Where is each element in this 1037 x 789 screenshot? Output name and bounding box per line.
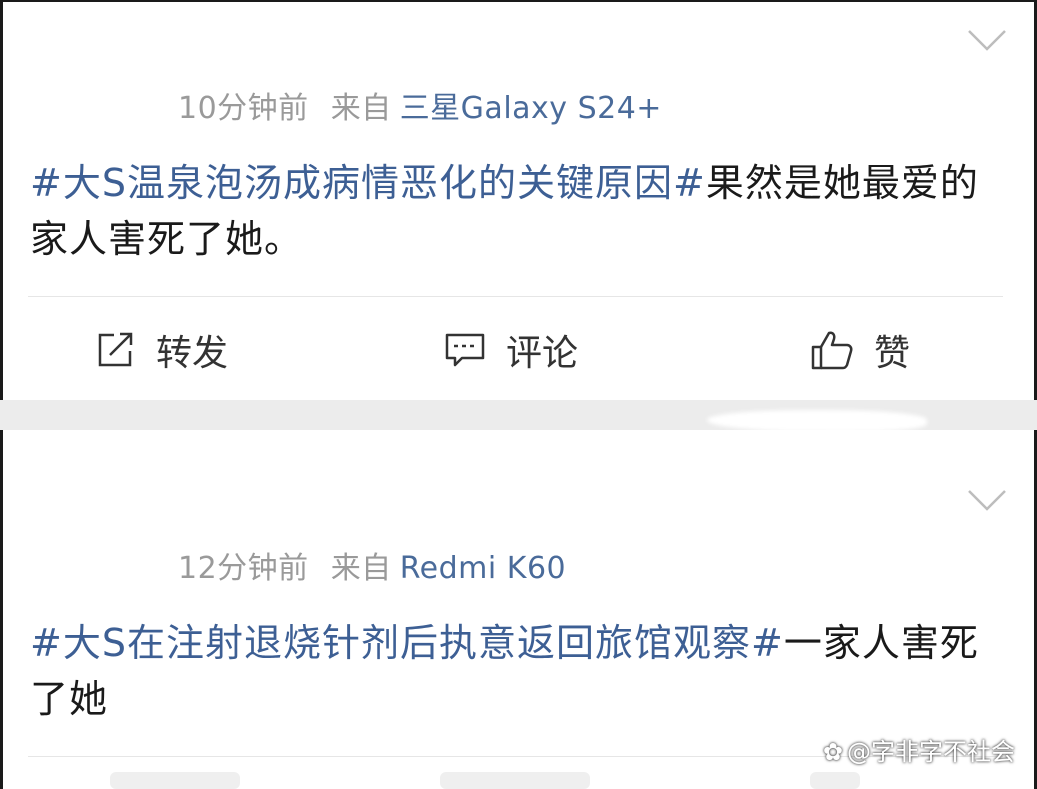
source-label: 来自 <box>330 91 392 126</box>
device-name[interactable]: Redmi K60 <box>400 551 566 586</box>
post-content: #大S在注射退烧针剂后执意返回旅馆观察#一家人害死了她 <box>30 615 990 727</box>
post-content: #大S温泉泡汤成病情恶化的关键原因#果然是她最爱的家人害死了她。 <box>30 155 990 267</box>
topic-link[interactable]: #大S温泉泡汤成病情恶化的关键原因# <box>30 161 706 205</box>
chevron-down-icon[interactable] <box>966 487 1008 515</box>
share-edit-icon <box>98 332 133 367</box>
repost-button[interactable]: 转发 <box>96 322 228 378</box>
divider <box>28 296 1003 297</box>
thumbs-up-icon <box>811 331 853 370</box>
comment-bubble-icon <box>445 333 485 367</box>
like-label: 赞 <box>874 333 911 374</box>
watermark-text: @字非字不社会 <box>847 738 1015 766</box>
watermark: ✿ @字非字不社会 <box>823 732 1015 767</box>
post-time: 10分钟前 <box>178 91 309 126</box>
post-meta: 12分钟前 来自 Redmi K60 <box>178 543 566 587</box>
comment-label: 评论 <box>506 333 579 374</box>
post-time: 12分钟前 <box>178 551 309 586</box>
chevron-down-icon[interactable] <box>966 27 1008 55</box>
post-meta: 10分钟前 来自 三星Galaxy S24+ <box>178 83 662 127</box>
source-label: 来自 <box>330 551 392 586</box>
weibo-post-1: 10分钟前 来自 三星Galaxy S24+ #大S温泉泡汤成病情恶化的关键原因#果… <box>0 0 1037 400</box>
topic-link[interactable]: #大S在注射退烧针剂后执意返回旅馆观察# <box>30 621 784 665</box>
like-button-partial[interactable] <box>810 772 860 789</box>
comment-button[interactable]: 评论 <box>444 322 578 378</box>
comment-button-partial[interactable] <box>440 772 590 789</box>
repost-label: 转发 <box>156 333 229 374</box>
like-button[interactable]: 赞 <box>810 322 910 378</box>
post-separator <box>0 400 1037 430</box>
repost-button-partial[interactable] <box>110 772 240 789</box>
device-name[interactable]: 三星Galaxy S24+ <box>400 91 662 126</box>
watermark-paw-icon: ✿ <box>822 738 843 766</box>
